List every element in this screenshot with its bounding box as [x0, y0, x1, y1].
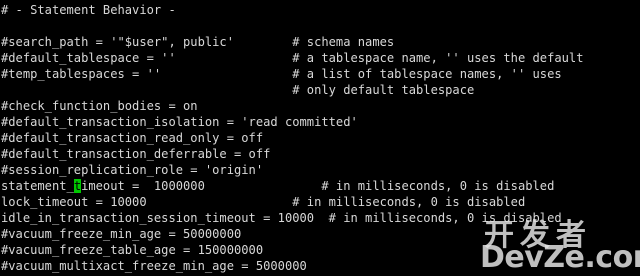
terminal-window[interactable]: # - Statement Behavior - #search_path = … — [0, 0, 640, 276]
statement-timeout-prefix: statement_ — [1, 179, 74, 193]
config-line-session-replication-role: #session_replication_role = 'origin' — [1, 163, 264, 177]
config-line-vacuum-freeze-min-age: #vacuum_freeze_min_age = 50000000 — [1, 227, 242, 241]
config-line-section-header: # - Statement Behavior - — [1, 3, 176, 17]
statement-timeout-suffix: imeout = 1000000 # in milliseconds, 0 is… — [81, 179, 555, 193]
config-line-transaction-deferrable: #default_transaction_deferrable = off — [1, 147, 271, 161]
config-line-idle-session-timeout: idle_in_transaction_session_timeout = 10… — [1, 211, 562, 225]
config-line-statement-timeout: statement_timeout = 1000000 # in millise… — [1, 178, 554, 194]
config-line-lock-timeout: lock_timeout = 10000 # in milliseconds, … — [1, 195, 526, 209]
config-line-temp-tablespaces-comment: # only default tablespace — [1, 83, 475, 97]
config-line-vacuum-freeze-table-age: #vacuum_freeze_table_age = 150000000 — [1, 243, 264, 257]
config-line-search-path: #search_path = '"$user", public' # schem… — [1, 35, 395, 49]
watermark-english-text: DevZe.com — [480, 240, 640, 275]
config-line-default-tablespace: #default_tablespace = '' # a tablespace … — [1, 51, 584, 65]
config-line-transaction-isolation: #default_transaction_isolation = 'read c… — [1, 115, 358, 129]
text-cursor[interactable]: t — [73, 179, 82, 193]
config-line-vacuum-multixact-freeze-min-age: #vacuum_multixact_freeze_min_age = 50000… — [1, 259, 307, 273]
config-line-transaction-read-only: #default_transaction_read_only = off — [1, 131, 264, 145]
config-line-check-function-bodies: #check_function_bodies = on — [1, 99, 198, 113]
config-line-temp-tablespaces: #temp_tablespaces = '' # a list of table… — [1, 67, 562, 81]
